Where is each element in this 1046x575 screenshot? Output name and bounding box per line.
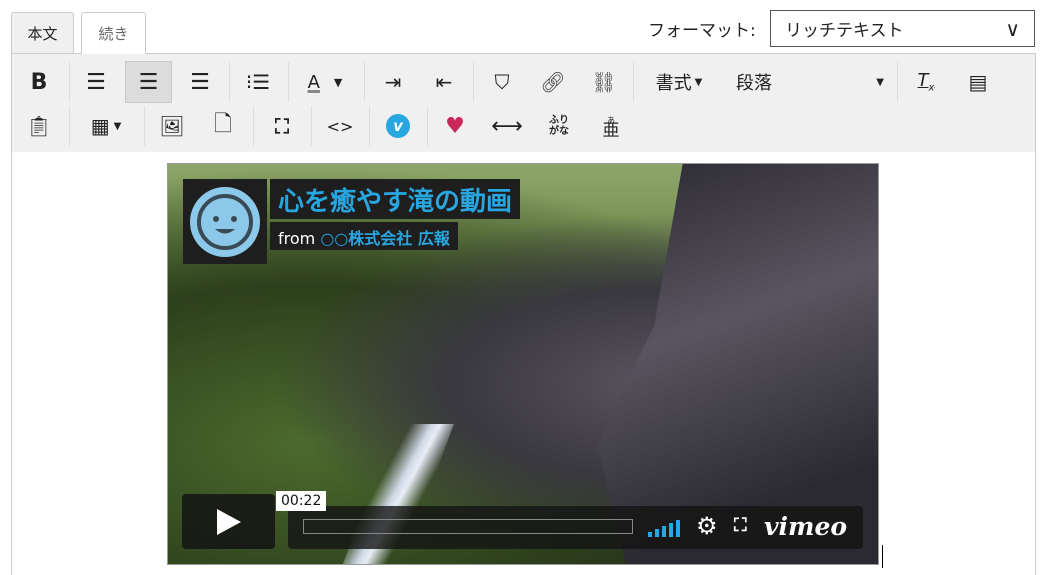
align-center-button[interactable]: ☰	[125, 61, 172, 103]
align-left-icon: ☰	[86, 69, 106, 95]
heart-button[interactable]: ♥	[440, 105, 470, 147]
video-frame-rock	[598, 164, 878, 564]
page-break-button[interactable]: 🗋	[207, 105, 239, 147]
vimeo-logo[interactable]: vimeo	[764, 512, 847, 541]
vimeo-icon: v	[386, 114, 410, 138]
align-center-icon: ☰	[138, 69, 159, 95]
bullet-list-button[interactable]: ⁝☰	[240, 61, 276, 103]
time-tooltip: 00:22	[276, 491, 327, 511]
play-button[interactable]	[182, 494, 275, 549]
unlink-button[interactable]: ⛓	[588, 61, 620, 103]
image-icon: 🖼︎	[159, 114, 185, 138]
show-blocks-button[interactable]: ▤	[962, 61, 994, 103]
tab-main[interactable]: 本文	[11, 12, 74, 53]
tab-continued-label: 続き	[98, 25, 129, 43]
bold-icon: B	[30, 69, 48, 95]
separator	[897, 62, 898, 102]
bold-button[interactable]: B	[24, 61, 54, 103]
separator	[253, 106, 254, 146]
font-color-icon: A	[307, 71, 320, 93]
caret-down-icon: ▼	[694, 76, 703, 88]
bookmark-icon: ⛉	[494, 70, 510, 94]
chevron-down-icon: ∨	[1005, 16, 1020, 41]
fullscreen-icon: ⛶	[275, 114, 289, 138]
video-title[interactable]: 心を癒やす滝の動画	[270, 179, 521, 219]
remove-format-icon: Tx	[917, 70, 935, 94]
vimeo-video-embed[interactable]: 心を癒やす滝の動画 from ○○株式会社 広報 ⚙ ⛶ vimeo 00:22	[167, 163, 879, 565]
progress-bar[interactable]	[303, 519, 633, 534]
byline-prefix: from	[278, 229, 316, 248]
caret-down-icon: ▼	[876, 76, 884, 88]
separator	[229, 62, 230, 102]
anchor-button[interactable]: ⛉	[486, 61, 518, 103]
outdent-button[interactable]: ⇤	[426, 61, 462, 103]
separator	[369, 106, 370, 146]
fullscreen-icon[interactable]: ⛶	[734, 515, 747, 536]
paste-text-button[interactable]: 📋︎	[24, 105, 54, 147]
format-select[interactable]: リッチテキスト ∨	[770, 10, 1035, 47]
image-button[interactable]: 🖼︎	[156, 105, 188, 147]
link-button[interactable]: 🔗︎	[537, 61, 569, 103]
horizontal-arrow-button[interactable]: ⟷	[491, 105, 523, 147]
bullet-list-icon: ⁝☰	[245, 70, 271, 94]
paragraph-label: 段落	[736, 73, 772, 94]
align-right-icon: ☰	[190, 69, 210, 95]
link-icon: 🔗︎	[540, 70, 566, 94]
unlink-icon: ⛓	[591, 70, 617, 94]
play-icon	[216, 508, 241, 535]
separator	[69, 62, 70, 102]
volume-icon[interactable]	[648, 518, 684, 538]
separator	[427, 106, 428, 146]
smiley-face-icon	[190, 186, 260, 257]
indent-icon: ⇥	[384, 70, 402, 94]
source-button[interactable]: <>	[324, 105, 356, 147]
settings-gear-icon[interactable]: ⚙	[696, 512, 718, 540]
align-right-button[interactable]: ☰	[182, 61, 218, 103]
show-blocks-icon: ▤	[968, 70, 988, 94]
separator	[473, 62, 474, 102]
heart-icon: ♥	[445, 113, 465, 139]
furigana-button[interactable]: ふり がな	[544, 105, 574, 147]
align-left-button[interactable]: ☰	[78, 61, 114, 103]
separator	[311, 106, 312, 146]
furigana-icon-bottom: がな	[549, 126, 569, 137]
paragraph-format-dropdown[interactable]: 段落 ▼	[732, 61, 892, 103]
styles-dropdown[interactable]: 書式 ▼	[648, 61, 710, 103]
editor-toolbar: B ☰ ☰ ☰ ⁝☰ A ▼ ⇥ ⇤ ⛉ 🔗︎ ⛓ 書式 ▼ 段落 ▼ Tx ▤ 📋︎…	[11, 53, 1036, 153]
byline-org[interactable]: ○○株式会社 広報	[320, 229, 450, 248]
code-icon: <>	[326, 116, 354, 136]
separator	[364, 62, 365, 102]
table-button[interactable]: ▦ ▼	[82, 105, 130, 147]
styles-label: 書式	[655, 73, 692, 94]
format-label: フォーマット:	[648, 21, 756, 41]
paste-text-icon: 📋︎	[26, 114, 52, 138]
video-byline: from ○○株式会社 広報	[270, 222, 458, 250]
separator	[69, 106, 70, 146]
video-controls-bar: ⚙ ⛶ vimeo	[288, 506, 863, 549]
font-color-button[interactable]: A ▼	[300, 61, 350, 103]
separator	[288, 62, 289, 102]
channel-avatar[interactable]	[183, 179, 267, 264]
table-icon: ▦	[90, 114, 110, 138]
indent-button[interactable]: ⇥	[375, 61, 411, 103]
remove-format-t: T	[917, 70, 929, 92]
remove-format-button[interactable]: Tx	[910, 61, 942, 103]
ruby-icon-base: 亜	[602, 121, 620, 141]
maximize-button[interactable]: ⛶	[266, 105, 298, 147]
separator	[144, 106, 145, 146]
format-select-value: リッチテキスト	[785, 21, 904, 41]
vimeo-embed-button[interactable]: v	[385, 105, 411, 147]
document-icon: 🗋	[214, 112, 232, 137]
outdent-icon: ⇤	[435, 70, 453, 94]
double-arrow-icon: ⟷	[491, 113, 523, 139]
separator	[633, 62, 634, 102]
tab-main-label: 本文	[27, 24, 58, 43]
caret-down-icon: ▼	[113, 120, 122, 132]
caret-down-icon: ▼	[333, 75, 343, 89]
ruby-button[interactable]: あ亜	[596, 105, 626, 147]
text-cursor	[882, 545, 883, 568]
furigana-icon-top: ふり	[549, 115, 569, 126]
tab-continued[interactable]: 続き	[81, 12, 146, 54]
